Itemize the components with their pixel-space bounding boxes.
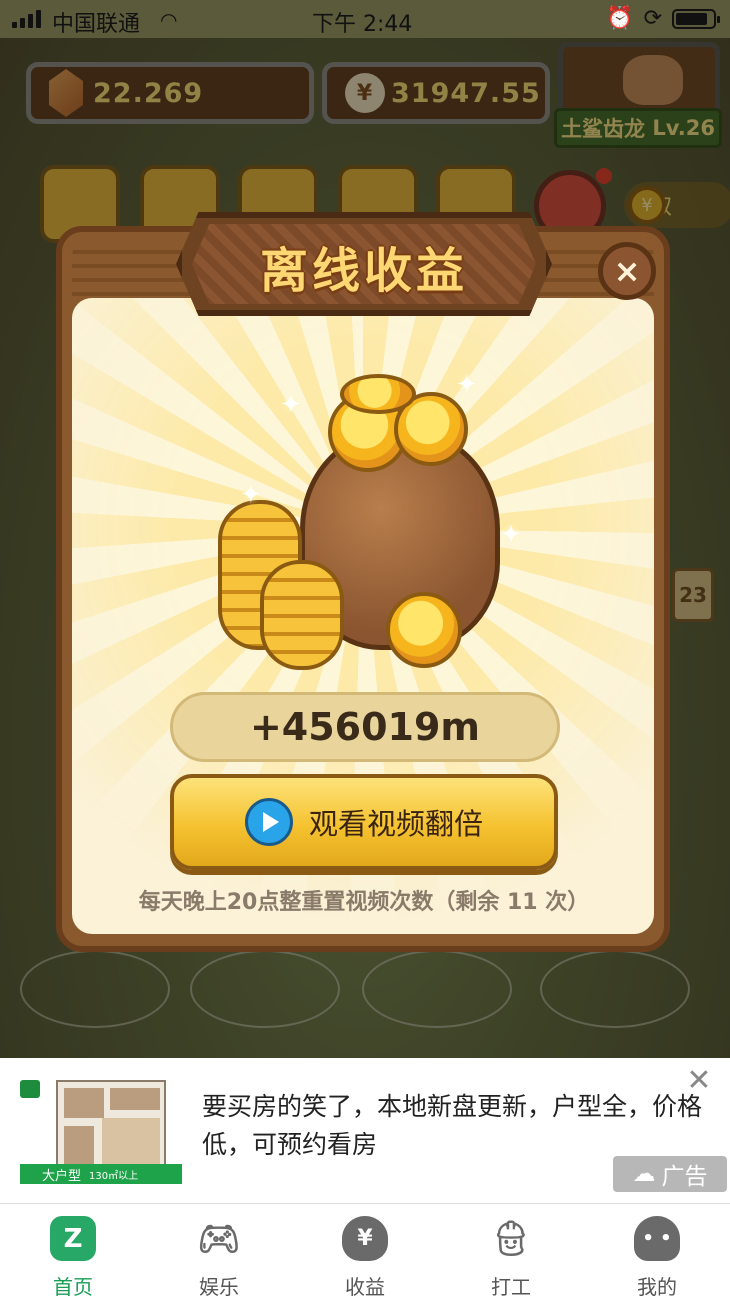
alarm-icon: ⏰	[606, 6, 634, 31]
dialog-title: 离线收益	[259, 243, 468, 299]
ad-banner[interactable]: 大户型 130㎡以上 要买房的笑了，本地新盘更新，户型全，价格低，可预约看房 ✕…	[0, 1058, 730, 1204]
battery-icon	[672, 8, 720, 29]
coin-icon	[340, 374, 416, 414]
signal-icon	[12, 10, 41, 28]
tab-entertainment[interactable]: 🎮︎ 娱乐	[146, 1204, 292, 1300]
ad-text[interactable]: 要买房的笑了，本地新盘更新，户型全，价格低，可预约看房	[202, 1088, 702, 1164]
ad-badge: ☁ 广告	[613, 1156, 727, 1192]
tab-mine[interactable]: • • 我的	[584, 1204, 730, 1300]
ad-badge-label: 广告	[661, 1164, 708, 1190]
coin-icon	[386, 592, 462, 668]
ad-thumb-subtitle: 130㎡以上	[89, 1170, 139, 1182]
ad-thumbnail[interactable]: 大户型 130㎡以上	[20, 1080, 182, 1224]
watch-video-label: 观看视频翻倍	[308, 807, 483, 841]
carrier-name: 中国联通	[52, 12, 141, 37]
home-logo-icon: Z	[50, 1216, 96, 1261]
ad-close-icon[interactable]: ✕	[684, 1066, 714, 1096]
ghost-profile-icon: • •	[634, 1216, 680, 1261]
wifi-icon: ◠	[160, 8, 178, 32]
tab-earnings[interactable]: ¥ 收益	[292, 1204, 438, 1300]
ad-thumb-title: 大户型	[42, 1168, 82, 1184]
watch-video-double-button[interactable]: 观看视频翻倍	[170, 774, 558, 870]
tab-label: 收益	[345, 1275, 385, 1299]
sparkle-icon: ✦	[240, 480, 262, 510]
tab-home[interactable]: Z 首页	[0, 1204, 146, 1300]
video-reset-note: 每天晚上20点整重置视频次数（剩余 11 次）	[138, 890, 590, 915]
sparkle-icon: ✦	[500, 520, 522, 550]
bottom-tab-bar: Z 首页 🎮︎ 娱乐 ¥ 收益 👷︎ 打工 • • 我的	[0, 1204, 730, 1300]
close-button[interactable]: ×	[598, 242, 656, 300]
status-bar: 中国联通 ◠ 下午 2:44 ⏰ ⟳	[0, 0, 730, 38]
home-icon	[20, 1080, 40, 1098]
sparkle-icon: ✦	[280, 390, 302, 420]
tab-label: 首页	[53, 1275, 93, 1299]
tab-label: 娱乐	[199, 1275, 239, 1299]
clock: 下午 2:44	[312, 12, 413, 37]
tab-label: 打工	[491, 1275, 531, 1299]
tab-work[interactable]: 👷︎ 打工	[438, 1204, 584, 1300]
floor-plan-image	[56, 1080, 166, 1170]
tab-label: 我的	[637, 1275, 677, 1299]
money-bag-illustration: ✦ ✦ ✦ ✦	[210, 370, 522, 680]
rotation-lock-icon: ⟳	[643, 6, 662, 31]
earnings-amount: +456019m	[170, 692, 560, 762]
ad-thumbnail-caption: 大户型 130㎡以上	[20, 1164, 182, 1184]
play-icon	[244, 798, 293, 846]
money-bag-icon: ¥	[342, 1216, 388, 1261]
ad-platform-icon: ☁	[632, 1161, 656, 1187]
sparkle-icon: ✦	[456, 370, 478, 400]
coin-stack-icon	[260, 560, 344, 670]
worker-icon: 👷︎	[489, 1218, 533, 1259]
gamepad-icon: 🎮︎	[197, 1218, 241, 1259]
